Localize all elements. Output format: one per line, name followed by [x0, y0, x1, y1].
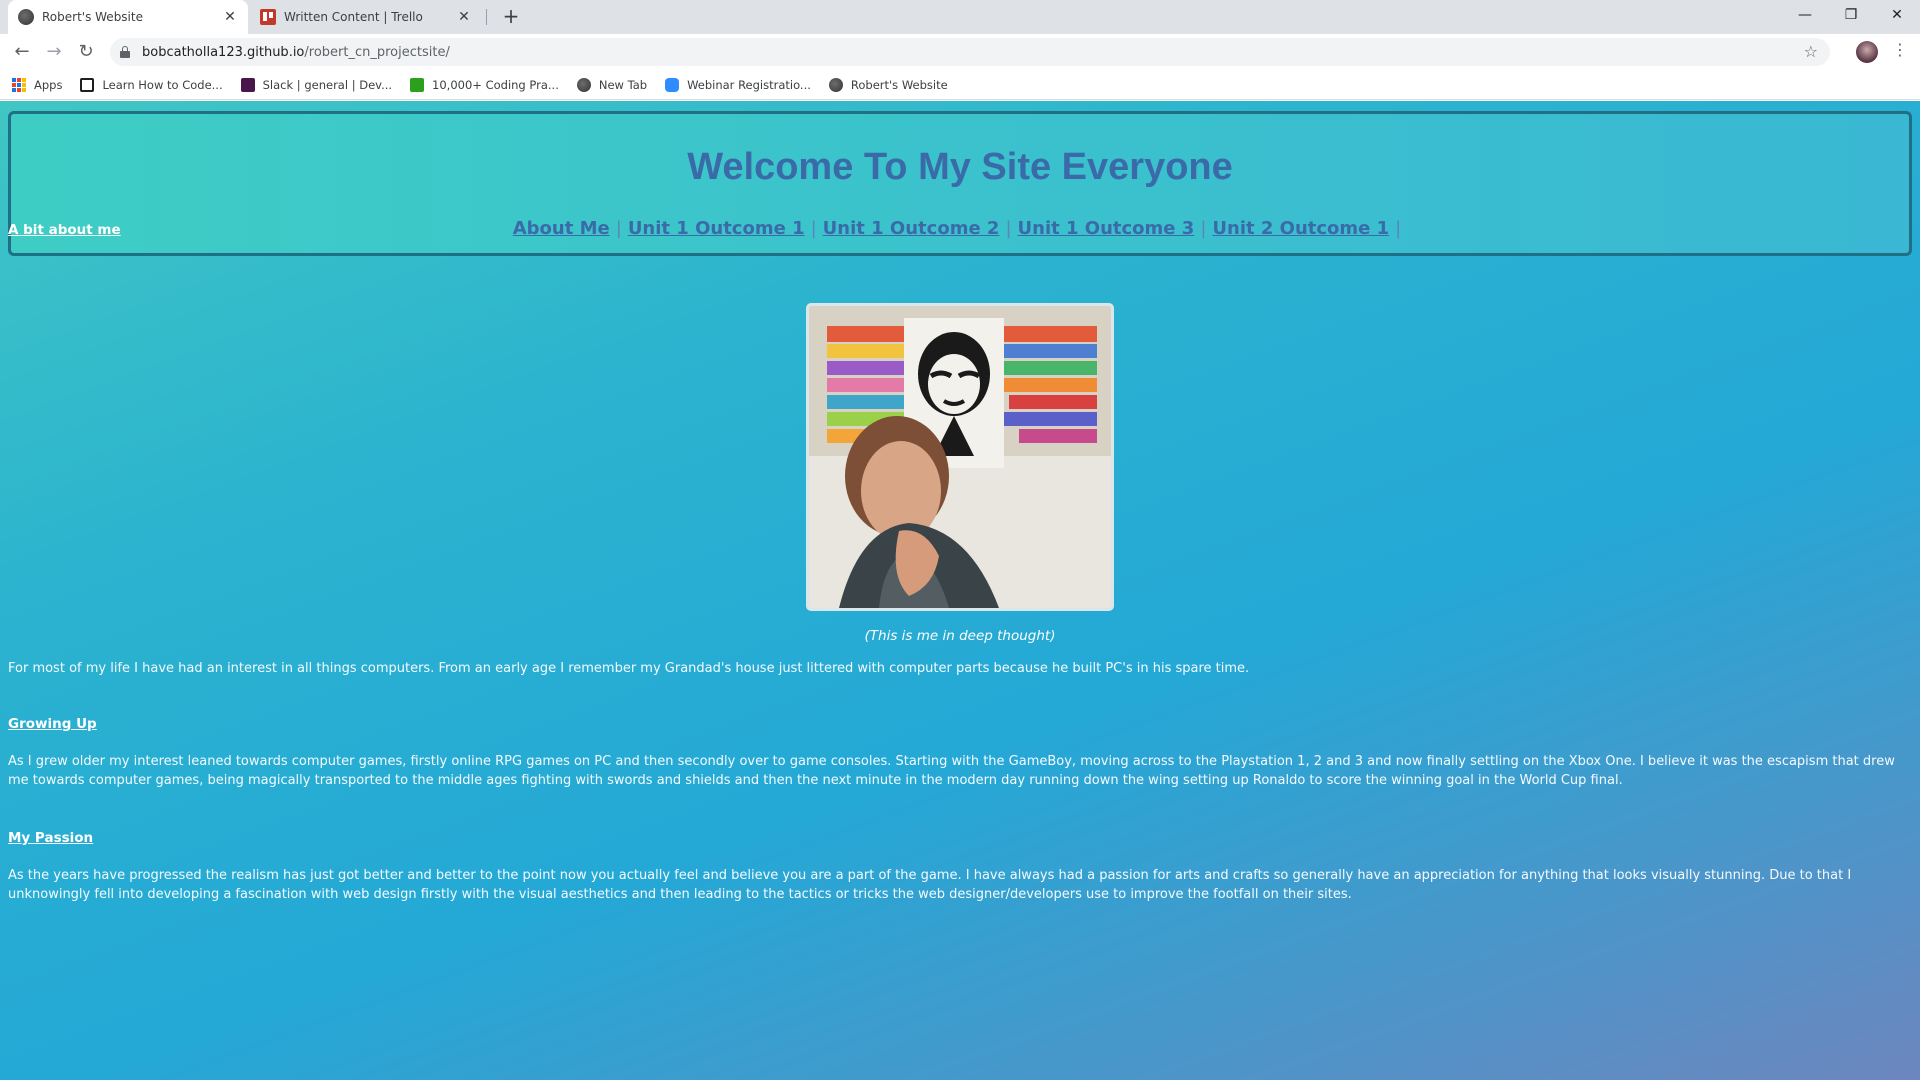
profile-photo [806, 303, 1114, 611]
practice-icon [410, 77, 425, 92]
nav-unit1-outcome1[interactable]: Unit 1 Outcome 1 [628, 218, 805, 239]
bookmark-label: 10,000+ Coding Pra... [432, 77, 559, 92]
bookmark-label: Slack | general | Dev... [262, 77, 393, 92]
web-page: Welcome To My Site Everyone About Me | Uni… [0, 101, 1920, 1080]
trello-icon [260, 9, 276, 25]
url-text: bobcatholla123.github.io/robert_cn_proje… [142, 45, 450, 60]
bookmark-new-tab[interactable]: New Tab [576, 77, 648, 92]
tab-separator [486, 9, 487, 25]
minimize-button[interactable]: — [1782, 0, 1828, 30]
bookmark-label: New Tab [598, 77, 648, 92]
close-icon[interactable]: ✕ [456, 9, 472, 25]
photo-caption: (This is me in deep thought) [864, 628, 1056, 644]
bookmarks-bar: Apps Learn How to Code... Slack | genera… [0, 70, 1920, 100]
lock-icon [120, 46, 130, 58]
site-header: Welcome To My Site Everyone About Me | Uni… [8, 111, 1912, 256]
tab-trello[interactable]: Written Content | Trello ✕ [250, 0, 482, 34]
nav-separator: | [810, 218, 817, 239]
bookmark-label: Webinar Registratio... [687, 77, 811, 92]
tab-title: Robert's Website [42, 10, 143, 24]
bookmark-label: Apps [34, 77, 63, 92]
my-passion-heading[interactable]: My Passion [8, 830, 93, 846]
bookmark-slack[interactable]: Slack | general | Dev... [240, 77, 393, 92]
bookmark-webinar[interactable]: Webinar Registratio... [665, 77, 811, 92]
codecademy-icon [80, 77, 95, 92]
bookmark-apps[interactable]: Apps [12, 77, 63, 92]
nav-unit1-outcome2[interactable]: Unit 1 Outcome 2 [823, 218, 1000, 239]
bookmark-label: Learn How to Code... [102, 77, 223, 92]
site-title: Welcome To My Site Everyone [687, 146, 1233, 188]
browser-toolbar: ← → ↻ bobcatholla123.github.io/robert_cn… [0, 34, 1920, 70]
tab-strip: Robert's Website ✕ Written Content | Tre… [0, 0, 1920, 34]
growing-up-paragraph: As I grew older my interest leaned towar… [8, 754, 1895, 788]
growing-up-heading[interactable]: Growing Up [8, 716, 97, 732]
tab-title: Written Content | Trello [284, 10, 423, 24]
nav-separator: | [615, 218, 622, 239]
close-window-button[interactable]: ✕ [1874, 0, 1920, 30]
bookmark-coding-practice[interactable]: 10,000+ Coding Pra... [410, 77, 559, 92]
site-nav: About Me | Unit 1 Outcome 1 | Unit 1 Outcome… [11, 218, 1909, 239]
forward-arrow-icon[interactable]: → [42, 40, 66, 64]
bookmark-learn-code[interactable]: Learn How to Code... [80, 77, 223, 92]
bookmark-label: Robert's Website [850, 77, 948, 92]
about-heading[interactable]: A bit about me [8, 222, 121, 238]
back-arrow-icon[interactable]: ← [10, 40, 34, 64]
nav-about-me[interactable]: About Me [513, 218, 610, 239]
nav-separator: | [1395, 218, 1402, 239]
slack-icon [240, 77, 255, 92]
bookmark-roberts-website[interactable]: Robert's Website [828, 77, 948, 92]
my-passion-paragraph: As the years have progressed the realism… [8, 868, 1852, 902]
restore-button[interactable]: ❐ [1828, 0, 1874, 30]
new-tab-button[interactable]: + [499, 5, 523, 29]
globe-icon [18, 9, 34, 25]
close-icon[interactable]: ✕ [222, 9, 238, 25]
bookmark-star-icon[interactable]: ☆ [1804, 42, 1818, 61]
apps-grid-icon [12, 77, 26, 92]
nav-separator: | [1200, 218, 1207, 239]
address-bar[interactable]: bobcatholla123.github.io/robert_cn_proje… [110, 38, 1830, 66]
globe-icon [828, 77, 843, 92]
url-domain: bobcatholla123.github.io [142, 44, 305, 60]
nav-unit1-outcome3[interactable]: Unit 1 Outcome 3 [1018, 218, 1195, 239]
about-paragraph: For most of my life I have had an intere… [8, 661, 1250, 676]
globe-icon [576, 77, 591, 92]
url-path: /robert_cn_projectsite/ [304, 44, 450, 60]
more-menu-icon[interactable]: ⋮ [1892, 40, 1908, 59]
tab-roberts-website[interactable]: Robert's Website ✕ [8, 0, 248, 34]
reload-icon[interactable]: ↻ [74, 40, 98, 64]
profile-photo-image [809, 306, 1111, 608]
nav-separator: | [1005, 218, 1012, 239]
zoom-icon [665, 77, 680, 92]
nav-unit2-outcome1[interactable]: Unit 2 Outcome 1 [1212, 218, 1389, 239]
profile-avatar[interactable] [1856, 41, 1878, 63]
